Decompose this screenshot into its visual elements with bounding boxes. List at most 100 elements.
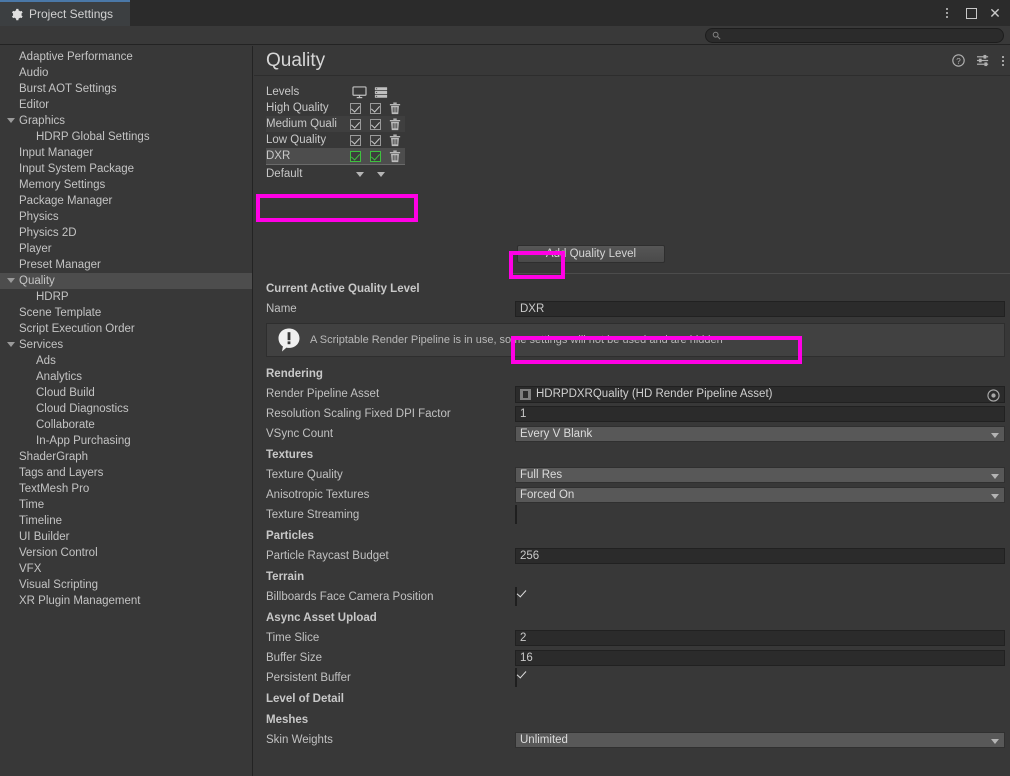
texture-streaming-checkbox[interactable] [515, 505, 517, 524]
sidebar-item-physics[interactable]: Physics [0, 209, 252, 225]
anisotropic-textures-dropdown[interactable]: Forced On [515, 487, 1005, 503]
sidebar-item-input-system-package[interactable]: Input System Package [0, 161, 252, 177]
billboards-face-camera-position-checkbox[interactable] [515, 587, 517, 606]
server-enabled-checkbox[interactable] [365, 134, 385, 146]
sidebar-item-collaborate[interactable]: Collaborate [0, 417, 252, 433]
time-slice-label: Time Slice [266, 632, 320, 644]
sidebar-item-package-manager[interactable]: Package Manager [0, 193, 252, 209]
render-pipeline-asset-value: HDRPDXRQuality (HD Render Pipeline Asset… [536, 388, 773, 400]
sidebar-item-label: Time [19, 499, 45, 511]
time-slice-input[interactable]: 2 [515, 630, 1005, 646]
search-input[interactable] [721, 30, 1003, 41]
sidebar-item-input-manager[interactable]: Input Manager [0, 145, 252, 161]
delete-level-icon[interactable] [385, 102, 405, 115]
default-desktop-dropdown[interactable] [349, 171, 370, 177]
sidebar-item-label: Graphics [19, 115, 66, 127]
quality-level-row[interactable]: Low Quality [266, 132, 405, 148]
chevron-down-icon[interactable] [7, 118, 15, 123]
search-field[interactable] [705, 28, 1004, 43]
sidebar-item-graphics[interactable]: Graphics [0, 113, 252, 129]
name-row: Name DXR [254, 299, 1010, 319]
help-icon[interactable]: ? [952, 54, 965, 67]
name-input[interactable]: DXR [515, 301, 1005, 317]
sidebar-item-ads[interactable]: Ads [0, 353, 252, 369]
quality-levels-table: Levels High Quality Medium Quali Low Qualit… [254, 76, 1010, 183]
sidebar-item-burst-aot-settings[interactable]: Burst AOT Settings [0, 81, 252, 97]
skin-weights-label: Skin Weights [266, 734, 333, 746]
sidebar-item-preset-manager[interactable]: Preset Manager [0, 257, 252, 273]
more-options-icon[interactable] [1002, 55, 1004, 66]
persistent-buffer-checkbox[interactable] [515, 668, 517, 687]
quality-settings-form: Current Active Quality Level Name DXR A Scr… [254, 278, 1010, 750]
buffer-size-control: 16 [515, 650, 1010, 666]
sidebar-item-in-app-purchasing[interactable]: In-App Purchasing [0, 433, 252, 449]
sidebar-item-script-execution-order[interactable]: Script Execution Order [0, 321, 252, 337]
chevron-down-icon[interactable] [7, 342, 15, 347]
persistent-buffer-label: Persistent Buffer [266, 672, 351, 684]
render-pipeline-asset-object-field[interactable]: HDRPDXRQuality (HD Render Pipeline Asset… [515, 385, 1005, 405]
sidebar-item-audio[interactable]: Audio [0, 65, 252, 81]
quality-level-row[interactable]: Medium Quali [266, 116, 405, 132]
sidebar-item-physics-2d[interactable]: Physics 2D [0, 225, 252, 241]
section-divider [510, 273, 1010, 274]
more-options-icon[interactable] [936, 2, 958, 24]
sidebar-item-player[interactable]: Player [0, 241, 252, 257]
sidebar-item-tags-and-layers[interactable]: Tags and Layers [0, 465, 252, 481]
desktop-enabled-checkbox[interactable] [345, 150, 365, 162]
add-quality-level-button[interactable]: Add Quality Level [517, 245, 665, 263]
sidebar-item-analytics[interactable]: Analytics [0, 369, 252, 385]
sidebar-item-cloud-diagnostics[interactable]: Cloud Diagnostics [0, 401, 252, 417]
sidebar-item-version-control[interactable]: Version Control [0, 545, 252, 561]
desktop-enabled-checkbox[interactable] [345, 102, 365, 114]
sidebar-item-scene-template[interactable]: Scene Template [0, 305, 252, 321]
sidebar-item-xr-plugin-management[interactable]: XR Plugin Management [0, 593, 252, 609]
delete-level-icon[interactable] [385, 118, 405, 131]
settings-sidebar[interactable]: Adaptive Performance Audio Burst AOT Setti… [0, 46, 253, 776]
sidebar-item-cloud-build[interactable]: Cloud Build [0, 385, 252, 401]
chevron-down-icon[interactable] [7, 278, 15, 283]
desktop-enabled-checkbox[interactable] [345, 118, 365, 130]
sidebar-item-services[interactable]: Services [0, 337, 252, 353]
sidebar-item-memory-settings[interactable]: Memory Settings [0, 177, 252, 193]
sidebar-item-vfx[interactable]: VFX [0, 561, 252, 577]
vsync-count-dropdown[interactable]: Every V Blank [515, 426, 1005, 442]
close-icon[interactable]: ✕ [984, 2, 1006, 24]
sidebar-item-hdrp[interactable]: HDRP [0, 289, 252, 305]
sidebar-item-textmesh-pro[interactable]: TextMesh Pro [0, 481, 252, 497]
delete-level-icon[interactable] [385, 134, 405, 147]
particle-raycast-budget-input[interactable]: 256 [515, 548, 1005, 564]
quality-level-row[interactable]: High Quality [266, 100, 405, 116]
default-server-dropdown[interactable] [370, 171, 391, 177]
sidebar-item-ui-builder[interactable]: UI Builder [0, 529, 252, 545]
buffer-size-input[interactable]: 16 [515, 650, 1005, 666]
sidebar-item-adaptive-performance[interactable]: Adaptive Performance [0, 49, 252, 65]
quality-level-row[interactable]: DXR [266, 148, 405, 164]
skin-weights-dropdown[interactable]: Unlimited [515, 732, 1005, 748]
field-row-resolution-scaling-fixed-dpi-factor: Resolution Scaling Fixed DPI Factor 1 [254, 404, 1010, 424]
desktop-enabled-checkbox[interactable] [345, 134, 365, 146]
default-level-row: Default [266, 165, 1010, 183]
server-enabled-checkbox[interactable] [365, 150, 385, 162]
sidebar-item-shadergraph[interactable]: ShaderGraph [0, 449, 252, 465]
particle-raycast-budget-control: 256 [515, 548, 1010, 564]
texture-quality-dropdown[interactable]: Full Res [515, 467, 1005, 483]
window-titlebar: Project Settings ✕ [0, 0, 1010, 26]
tab-project-settings[interactable]: Project Settings [0, 0, 130, 26]
delete-level-icon[interactable] [385, 150, 405, 163]
object-picker-icon[interactable] [987, 388, 1000, 405]
sidebar-item-time[interactable]: Time [0, 497, 252, 513]
maximize-icon[interactable] [960, 2, 982, 24]
sidebar-item-label: Cloud Build [36, 387, 95, 399]
sidebar-item-quality[interactable]: Quality [0, 273, 252, 289]
sidebar-item-timeline[interactable]: Timeline [0, 513, 252, 529]
sidebar-item-hdrp-global-settings[interactable]: HDRP Global Settings [0, 129, 252, 145]
sidebar-item-visual-scripting[interactable]: Visual Scripting [0, 577, 252, 593]
preset-icon[interactable] [976, 54, 991, 67]
sidebar-item-label: Input Manager [19, 147, 94, 159]
server-enabled-checkbox[interactable] [365, 102, 385, 114]
sidebar-item-label: Preset Manager [19, 259, 101, 271]
sidebar-item-editor[interactable]: Editor [0, 97, 252, 113]
field-row-render-pipeline-asset: Render Pipeline Asset HDRPDXRQuality (HD … [254, 384, 1010, 404]
resolution-scaling-fixed-dpi-factor-input[interactable]: 1 [515, 406, 1005, 422]
server-enabled-checkbox[interactable] [365, 118, 385, 130]
